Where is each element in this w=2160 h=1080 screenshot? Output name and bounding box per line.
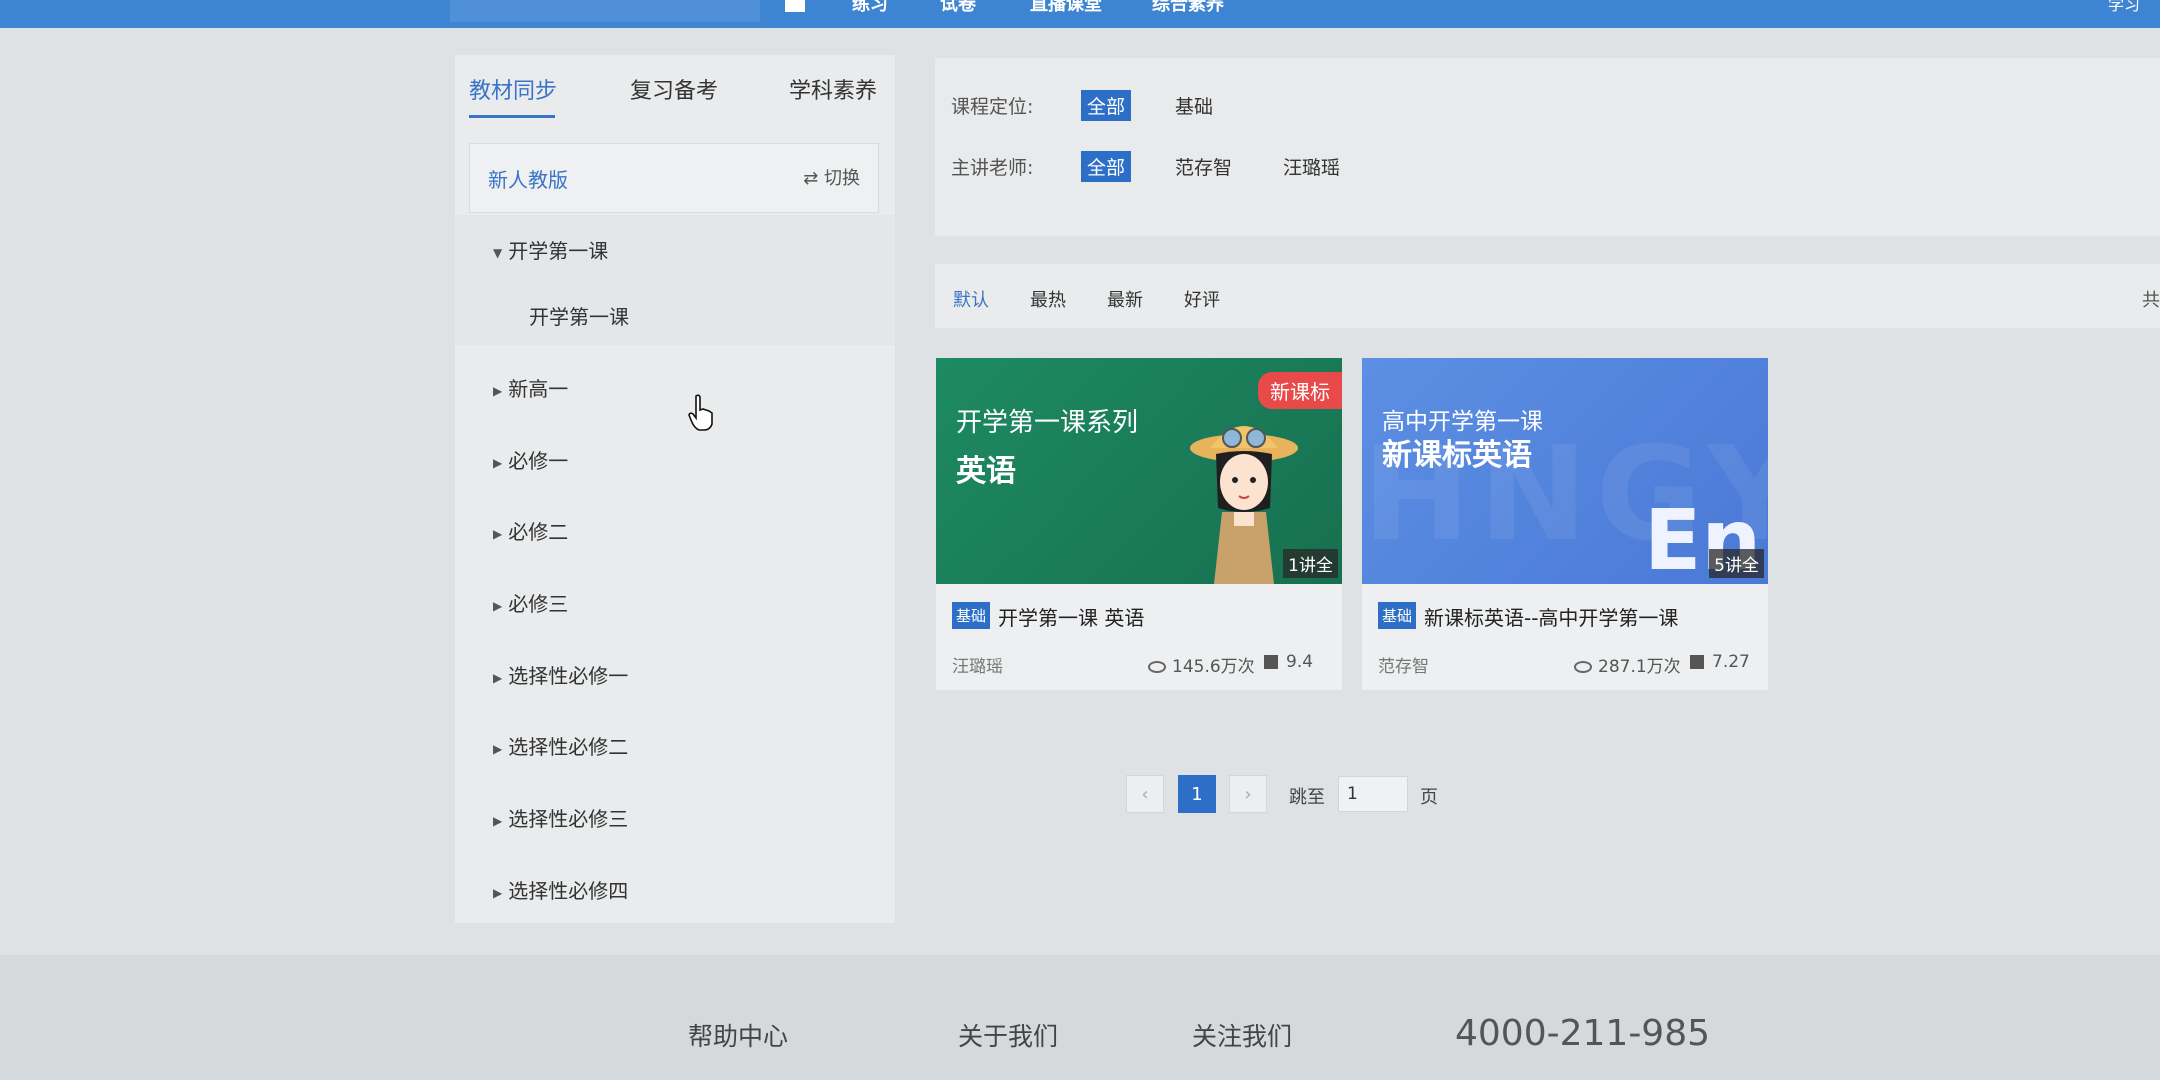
thumbnail-subject-text: 英语 [956,454,1016,489]
chapter-item[interactable]: ▶ 选择性必修二 [493,731,628,760]
course-title[interactable]: 开学第一课 英语 [998,602,1144,631]
chapter-label: 选择性必修一 [508,664,629,688]
chapter-label: 必修一 [508,449,569,473]
nav-practice[interactable]: 练习 [852,0,888,22]
filter-positioning-basic[interactable]: 基础 [1169,90,1219,121]
footer-follow-us[interactable]: 关注我们 [1192,1017,1292,1053]
top-nav-bar: 练习 试卷 直播课堂 综合素养 学习 [0,0,2160,28]
sort-rating[interactable]: 好评 [1184,286,1220,312]
sort-bar: 默认 最热 最新 好评 共 [935,264,2160,328]
home-icon[interactable] [785,0,805,12]
chapter-item[interactable]: ▶ 选择性必修三 [493,803,628,832]
result-count: 共 [2142,290,2160,311]
course-rating: 7.27 [1690,652,1750,672]
course-card[interactable]: 新课标 开学第一课系列 英语 1讲全 基础 开学第一课 英语 汪璐瑶 145.6… [936,358,1342,690]
page-unit-label: 页 [1420,787,1438,808]
filter-teacher-fan[interactable]: 范存智 [1169,151,1238,182]
nav-live-class[interactable]: 直播课堂 [1030,0,1102,22]
hand-cursor-icon [688,394,713,431]
thumbnail-subject-text: 新课标英语 [1382,438,1532,473]
chapter-label: 新高一 [508,377,569,401]
footer-about-us[interactable]: 关于我们 [958,1017,1058,1053]
edition-selector: 新人教版 ⇄ 切换 [469,143,879,213]
switch-edition-button[interactable]: ⇄ 切换 [803,164,860,190]
caret-right-icon: ▶ [493,526,503,541]
user-link[interactable]: 学习 [2108,0,2140,13]
chapter-label: 必修二 [508,520,569,544]
filter-positioning-all[interactable]: 全部 [1081,90,1132,121]
chapter-item[interactable]: ▶ 选择性必修一 [493,660,628,689]
caret-right-icon: ▶ [493,741,503,756]
tab-subject-literacy[interactable]: 学科素养 [789,73,877,105]
prev-page-button[interactable]: ‹ [1126,775,1164,813]
nav-exams[interactable]: 试卷 [940,0,976,22]
view-count: 145.6万次 [1148,652,1255,677]
caret-right-icon: ▶ [493,670,503,685]
tab-review[interactable]: 复习备考 [630,73,718,105]
caret-right-icon: ▶ [493,455,503,470]
teacher-label: 主讲老师: [951,157,1034,179]
thumbnail-series-text: 开学第一课系列 [956,408,1139,438]
lecture-count-badge: 1讲全 [1283,549,1338,578]
lecture-count-badge: 5讲全 [1709,549,1764,578]
chapter-item[interactable]: ▶ 必修三 [493,588,568,617]
course-thumbnail[interactable]: 新课标 开学第一课系列 英语 1讲全 [936,358,1342,584]
sort-newest[interactable]: 最新 [1107,286,1143,312]
course-rating: 9.4 [1264,652,1313,672]
caret-right-icon: ▶ [493,885,503,900]
rating-icon [1690,655,1704,669]
eye-icon [1574,661,1592,673]
chapter-label: 选择性必修三 [508,807,629,831]
filter-teacher-all[interactable]: 全部 [1081,151,1132,182]
course-teacher: 汪璐瑶 [952,657,1003,677]
textbook-sidebar: 教材同步 复习备考 学科素养 新人教版 ⇄ 切换 ▼ 开学第一课 开学第一课 ▶ 新… [455,55,895,923]
eye-icon [1148,661,1166,673]
chapter-item[interactable]: ▶ 必修二 [493,516,568,545]
rating-icon [1264,655,1278,669]
caret-right-icon: ▶ [493,598,503,613]
sort-default[interactable]: 默认 [953,286,989,312]
next-page-button[interactable]: › [1229,775,1267,813]
site-footer: 帮助中心 关于我们 关注我们 4000-211-985 [0,955,2160,1080]
level-badge: 基础 [952,602,991,629]
level-badge: 基础 [1378,602,1417,629]
sort-hot[interactable]: 最热 [1030,286,1066,312]
chapter-label: 选择性必修二 [508,735,629,759]
filter-teacher-wang[interactable]: 汪璐瑶 [1277,151,1346,182]
new-curriculum-ribbon: 新课标 [1258,372,1342,409]
chapter-item-open[interactable]: ▼ 开学第一课 [493,235,608,264]
caret-right-icon: ▶ [493,813,503,828]
footer-phone-number: 4000-211-985 [1455,1013,1711,1054]
active-tab-underline [469,115,555,118]
caret-right-icon: ▶ [493,383,503,398]
chapter-item[interactable]: ▶ 必修一 [493,445,568,474]
chapter-label: 必修三 [508,592,569,616]
chapter-item[interactable]: ▶ 选择性必修四 [493,875,628,904]
page-1-button[interactable]: 1 [1178,775,1216,813]
lesson-item[interactable]: 开学第一课 [529,301,629,330]
positioning-label: 课程定位: [951,96,1034,118]
course-teacher: 范存智 [1378,657,1429,677]
jump-to-label: 跳至 [1289,787,1325,808]
caret-down-icon: ▼ [493,245,503,260]
course-card[interactable]: HNGYU 高中开学第一课 新课标英语 En 5讲全 基础 新课标英语--高中开… [1362,358,1768,690]
top-search-box[interactable] [450,0,760,22]
edition-name: 新人教版 [488,168,568,192]
course-title[interactable]: 新课标英语--高中开学第一课 [1424,602,1678,631]
course-thumbnail[interactable]: HNGYU 高中开学第一课 新课标英语 En 5讲全 [1362,358,1768,584]
chapter-label: 开学第一课 [508,239,609,263]
page-jump-input[interactable] [1338,776,1408,812]
chapter-label: 选择性必修四 [508,879,629,903]
tab-textbook-sync[interactable]: 教材同步 [469,73,557,105]
chapter-item[interactable]: ▶ 新高一 [493,373,568,402]
footer-help-center[interactable]: 帮助中心 [688,1017,788,1053]
course-filter-panel: 课程定位: 全部 基础 主讲老师: 全部 范存智 汪璐瑶 [935,58,2160,236]
nav-literacy[interactable]: 综合素养 [1152,0,1224,22]
view-count: 287.1万次 [1574,652,1681,677]
